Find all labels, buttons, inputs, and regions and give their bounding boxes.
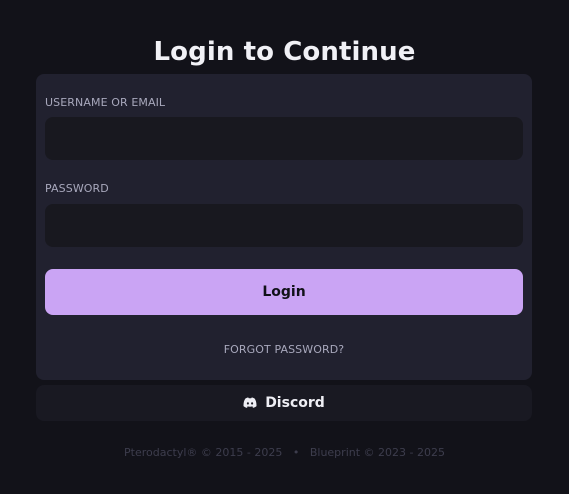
blueprint-copyright: Blueprint © 2023 - 2025 bbox=[309, 446, 445, 459]
login-button-label: Login bbox=[262, 284, 306, 300]
discord-icon bbox=[243, 397, 257, 409]
pterodactyl-copyright: Pterodactyl® © 2015 - 2025 bbox=[124, 446, 283, 459]
login-button[interactable]: Login bbox=[45, 269, 523, 315]
login-card: USERNAME OR EMAIL PASSWORD Login FORGOT … bbox=[36, 74, 532, 380]
page-title: Login to Continue bbox=[153, 37, 416, 67]
username-label: USERNAME OR EMAIL bbox=[45, 96, 166, 109]
footer: Pterodactyl® © 2015 - 2025 • Blueprint ©… bbox=[0, 446, 569, 460]
password-field[interactable] bbox=[45, 204, 523, 247]
login-page: Login to Continue USERNAME OR EMAIL PASS… bbox=[0, 0, 569, 494]
username-field[interactable] bbox=[45, 117, 523, 160]
forgot-password-link[interactable]: FORGOT PASSWORD? bbox=[36, 343, 532, 357]
discord-button-label: Discord bbox=[265, 395, 325, 411]
discord-login-button[interactable]: Discord bbox=[36, 385, 532, 421]
password-label: PASSWORD bbox=[45, 182, 109, 195]
footer-separator: • bbox=[292, 446, 300, 459]
